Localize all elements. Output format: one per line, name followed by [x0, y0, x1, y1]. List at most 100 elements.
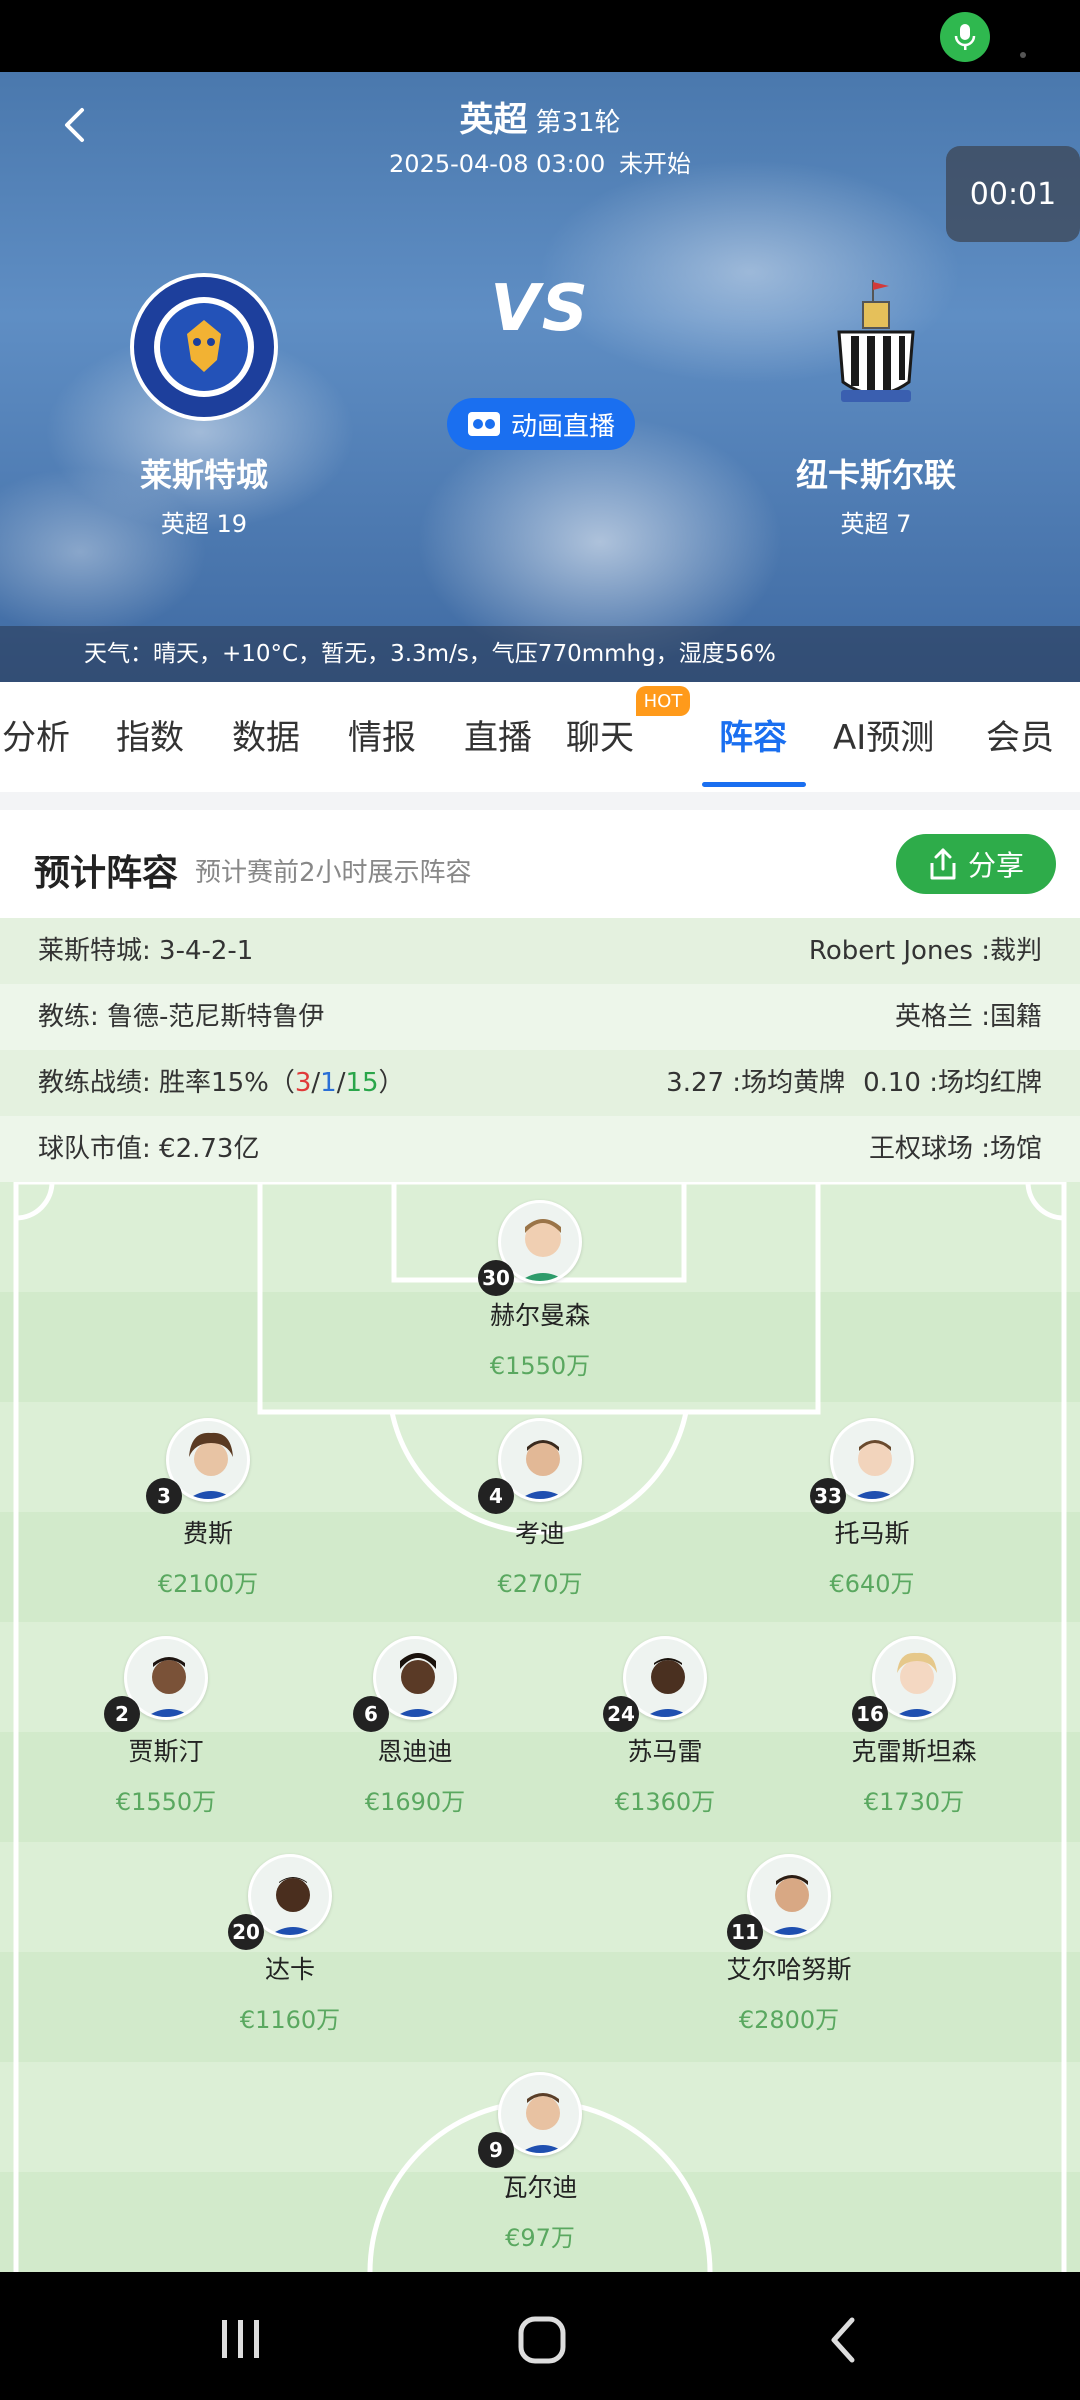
player-card[interactable]: 33 托马斯 €640万	[772, 1418, 972, 1599]
player-card[interactable]: 6 恩迪迪 €1690万	[315, 1636, 515, 1817]
lineup-header: 预计阵容 预计赛前2小时展示阵容 分享	[0, 810, 1080, 918]
match-status: 未开始	[618, 150, 691, 178]
home-team-name: 莱斯特城	[139, 456, 268, 494]
info-row-coach: 教练: 鲁德-范尼斯特鲁伊 英格兰 :国籍	[0, 984, 1080, 1050]
pitch: 30 赫尔曼森 €1550万 3 费斯 €2100万 4 考迪 €270万 33…	[0, 1182, 1080, 2272]
section-divider	[0, 792, 1080, 810]
info-row-formation: 莱斯特城: 3-4-2-1 Robert Jones :裁判	[0, 918, 1080, 984]
mic-icon[interactable]	[940, 12, 990, 62]
share-icon	[930, 848, 956, 880]
nav-recents-icon[interactable]	[216, 2316, 266, 2362]
player-name: 艾尔哈努斯	[726, 1955, 852, 1984]
lineup-title: 预计阵容	[34, 853, 179, 894]
tab-live[interactable]: 直播	[464, 710, 532, 759]
player-name: 贾斯汀	[128, 1737, 204, 1766]
home-team-rank: 英超 19	[160, 510, 248, 538]
weather-info: 天气：晴天，+10°C，暂无，3.3m/s，气压770mmhg，湿度56%	[0, 626, 1080, 682]
red-cards: 0.10 :场均红牌	[863, 1068, 1042, 1098]
away-team-name: 纽卡斯尔联	[795, 456, 956, 494]
timer-overlay[interactable]: 00:01	[946, 146, 1080, 242]
player-name: 赫尔曼森	[489, 1301, 590, 1330]
live-button-label: 动画直播	[510, 411, 615, 442]
league-title: 英超 第31轮	[0, 92, 1080, 141]
record-draws: 1	[320, 1068, 337, 1098]
player-name: 恩迪迪	[377, 1737, 453, 1766]
yellow-cards: 3.27 :场均黄牌	[666, 1068, 846, 1098]
tab-member[interactable]: 会员	[986, 710, 1054, 759]
player-value: €270万	[497, 1570, 583, 1598]
player-value: €2800万	[738, 2006, 840, 2034]
player-card[interactable]: 20 达卡 €1160万	[190, 1854, 390, 2035]
nav-back-icon[interactable]	[820, 2314, 870, 2366]
nav-home-icon[interactable]	[516, 2314, 568, 2366]
share-label: 分享	[967, 849, 1024, 882]
round-label: 第31轮	[535, 108, 621, 138]
player-value: €1360万	[614, 1788, 716, 1816]
system-nav-bar	[0, 2272, 1080, 2400]
player-card[interactable]: 11 艾尔哈努斯 €2800万	[689, 1854, 889, 2035]
player-name: 托马斯	[834, 1519, 910, 1548]
player-number: 33	[810, 1478, 846, 1514]
record-sep-1: /	[311, 1068, 321, 1098]
player-value: €1550万	[489, 1352, 591, 1380]
player-card[interactable]: 24 苏马雷 €1360万	[565, 1636, 765, 1817]
player-card[interactable]: 4 考迪 €270万	[440, 1418, 640, 1599]
player-value: €640万	[829, 1570, 915, 1598]
away-team[interactable]: 纽卡斯尔联 英超 7	[746, 272, 1006, 539]
market-value: 球队市值: €2.73亿	[38, 1134, 260, 1164]
record-prefix: 教练战绩: 胜率15%（	[38, 1068, 295, 1098]
tab-analysis[interactable]: 分析	[2, 710, 70, 759]
player-number: 24	[603, 1696, 639, 1732]
tab-odds[interactable]: 指数	[116, 710, 184, 759]
match-datetime: 2025-04-08 03:00 未开始	[0, 144, 1080, 179]
player-card[interactable]: 16 克雷斯坦森 €1730万	[814, 1636, 1014, 1817]
player-card[interactable]: 2 贾斯汀 €1550万	[66, 1636, 266, 1817]
player-name: 克雷斯坦森	[851, 1737, 977, 1766]
match-header: 英超 第31轮 2025-04-08 03:00 未开始 00:01 莱斯特城 英…	[0, 72, 1080, 682]
player-number: 11	[727, 1914, 763, 1950]
player-name: 达卡	[264, 1955, 315, 1984]
referee: Robert Jones :裁判	[808, 936, 1042, 966]
player-card[interactable]: 3 费斯 €2100万	[108, 1418, 308, 1599]
record-losses: 15	[345, 1068, 379, 1098]
player-name: 考迪	[514, 1519, 565, 1548]
player-card[interactable]: 30 赫尔曼森 €1550万	[440, 1200, 640, 1381]
active-tab-indicator	[702, 782, 806, 787]
nationality: 英格兰 :国籍	[894, 1002, 1042, 1032]
player-number: 9	[478, 2132, 514, 2168]
player-card[interactable]: 9 瓦尔迪 €97万	[440, 2072, 640, 2253]
tab-intel[interactable]: 情报	[348, 710, 416, 759]
player-value: €1550万	[115, 1788, 217, 1816]
info-row-record: 教练战绩: 胜率15%（3/1/15） 3.27 :场均黄牌 0.10 :场均红牌	[0, 1050, 1080, 1116]
share-button[interactable]: 分享	[896, 834, 1056, 894]
status-indicator-dot	[1020, 52, 1026, 58]
player-value: €1690万	[364, 1788, 466, 1816]
player-name: 苏马雷	[627, 1737, 703, 1766]
player-number: 16	[852, 1696, 888, 1732]
player-value: €2100万	[157, 1570, 259, 1598]
info-row-market: 球队市值: €2.73亿 王权球场 :场馆	[0, 1116, 1080, 1182]
formation: 莱斯特城: 3-4-2-1	[38, 936, 254, 966]
tab-chat[interactable]: 聊天	[566, 710, 634, 759]
player-number: 2	[104, 1696, 140, 1732]
player-number: 3	[146, 1478, 182, 1514]
match-date: 2025-04-08 03:00	[389, 150, 606, 178]
tab-lineup[interactable]: 阵容	[719, 710, 787, 759]
league-name: 英超	[459, 100, 528, 140]
lineup-subtitle: 预计赛前2小时展示阵容	[195, 858, 472, 888]
animation-live-button[interactable]: 动画直播	[447, 398, 635, 450]
record-suffix: ）	[378, 1068, 405, 1098]
stadium: 王权球场 :场馆	[868, 1134, 1042, 1164]
player-value: €97万	[505, 2224, 575, 2252]
player-value: €1160万	[239, 2006, 341, 2034]
tab-ai-prediction[interactable]: AI预测	[833, 710, 934, 759]
player-value: €1730万	[863, 1788, 965, 1816]
hot-badge: HOT	[636, 686, 690, 716]
player-number: 4	[478, 1478, 514, 1514]
status-bar	[0, 0, 1080, 72]
player-number: 30	[478, 1260, 514, 1296]
card-stats: 3.27 :场均黄牌 0.10 :场均红牌	[666, 1050, 1042, 1116]
tab-bar: 分析 指数 数据 情报 直播 聊天 HOT 阵容 AI预测 会员	[0, 682, 1080, 792]
tab-data[interactable]: 数据	[232, 710, 300, 759]
record-wins: 3	[294, 1068, 312, 1098]
